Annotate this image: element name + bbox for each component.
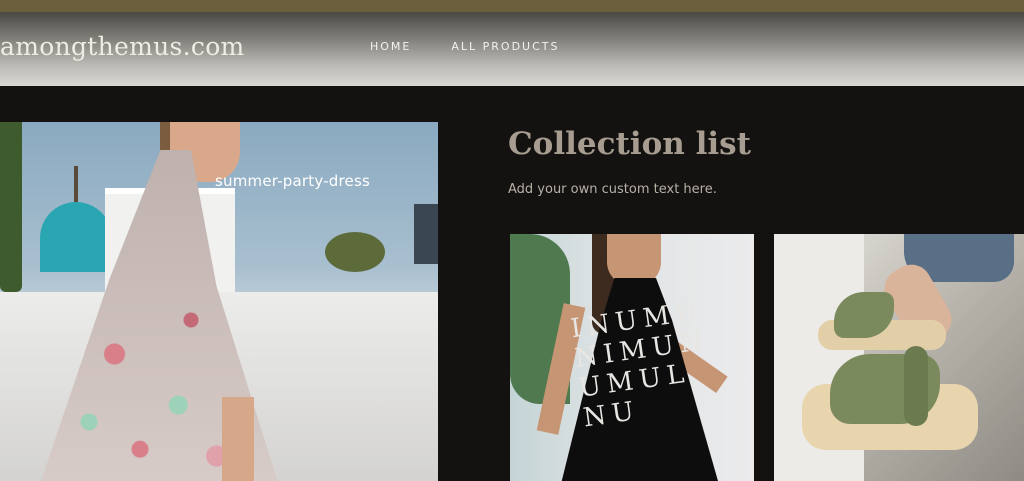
- palm-tree-graphic: [0, 122, 22, 292]
- site-logo[interactable]: amongthemus.com: [0, 32, 245, 61]
- tower-graphic: [414, 204, 438, 264]
- top-bar: [0, 0, 1024, 12]
- collection-card-sandals[interactable]: [774, 234, 1024, 481]
- spire-graphic: [74, 166, 78, 206]
- main-nav: HOME ALL PRODUCTS: [370, 40, 560, 53]
- collection-subtitle: Add your own custom text here.: [508, 182, 717, 197]
- model-leg-graphic: [222, 397, 254, 481]
- hero-image-link[interactable]: summer-party-dress: [0, 122, 438, 481]
- hero-caption[interactable]: summer-party-dress: [215, 172, 370, 190]
- collection-title: Collection list: [508, 126, 751, 162]
- nav-all-products[interactable]: ALL PRODUCTS: [451, 40, 559, 53]
- palm-foliage-graphic: [325, 232, 385, 272]
- dome-graphic: [40, 202, 112, 272]
- collection-card-dress[interactable]: INUMUNIMUNUMULNU: [510, 234, 754, 481]
- nav-home[interactable]: HOME: [370, 40, 411, 53]
- dress-print-pattern: INUMUNIMUNUMULNU: [568, 295, 711, 434]
- sandal-strap-graphic: [904, 346, 928, 426]
- site-header: amongthemus.com HOME ALL PRODUCTS: [0, 12, 1024, 86]
